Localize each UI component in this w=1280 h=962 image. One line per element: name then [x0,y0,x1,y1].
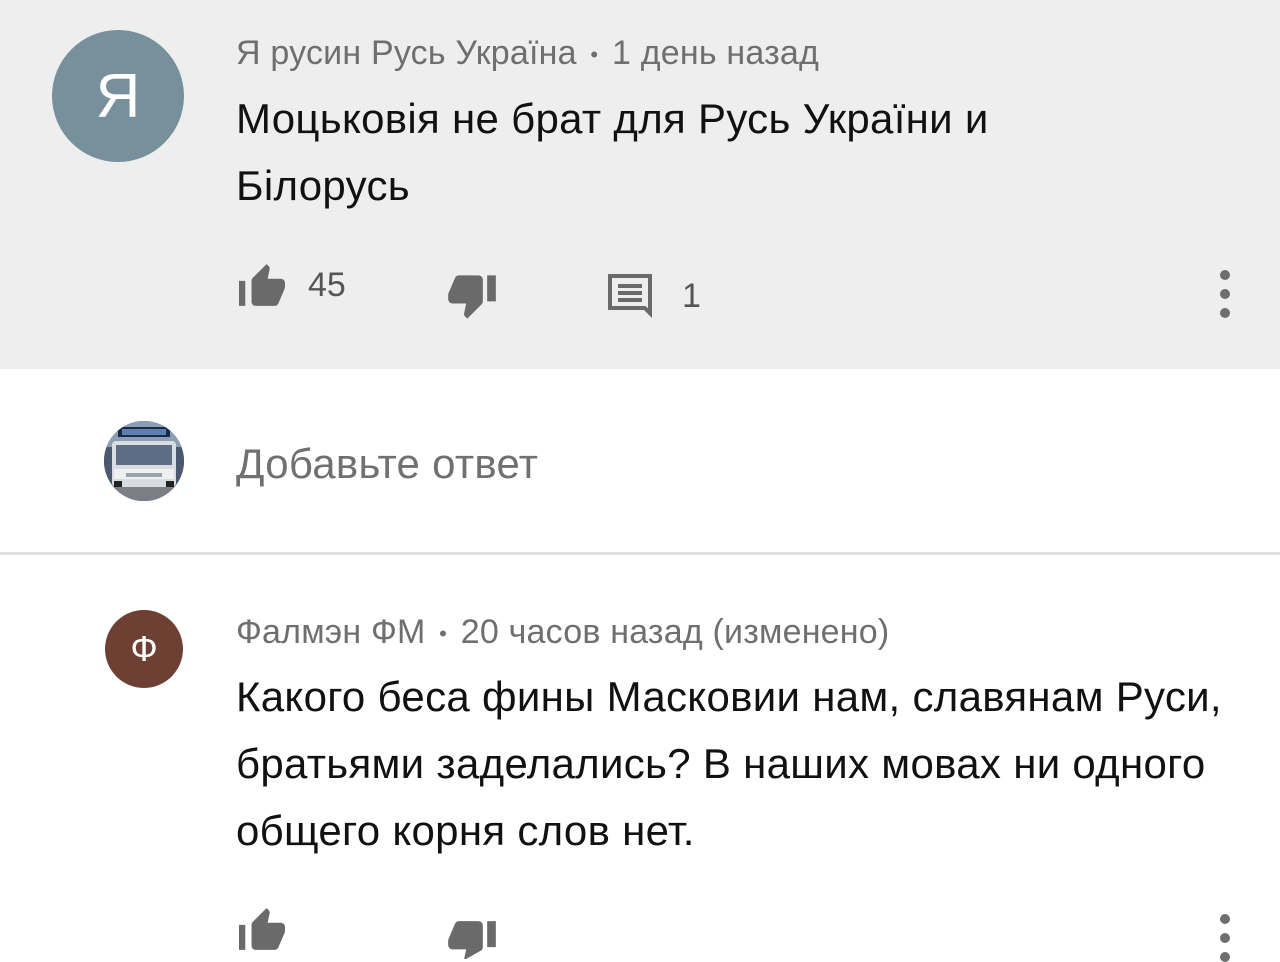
meta-separator: • [590,42,599,68]
meta-separator: • [439,621,448,647]
more-options-button[interactable] [1210,270,1240,318]
more-vert-icon [1220,914,1230,924]
divider [0,552,1280,555]
comment-meta: Фалмэн ФМ • 20 часов назад (изменено) [236,613,889,652]
thumbs-up-icon [239,908,285,950]
more-vert-icon [1220,270,1230,280]
comment-time: 1 день назад [611,34,820,72]
add-reply-input[interactable]: Добавьте ответ [236,440,538,488]
reply-count: 1 [682,276,701,315]
author-name[interactable]: Фалмэн ФМ [236,613,426,651]
comment-time: 20 часов назад (изменено) [460,613,890,651]
comment-meta: Я русин Русь Україна • 1 день назад [236,34,819,73]
thumbs-down-icon [448,921,496,959]
author-avatar[interactable]: Ф [105,610,183,688]
dislike-button[interactable] [446,272,498,322]
reply-input-row [0,369,1280,553]
like-button[interactable]: 45 [236,262,346,308]
thumbs-down-icon [448,275,496,319]
like-button[interactable] [236,906,288,952]
dislike-button[interactable] [446,918,498,959]
highlighted-comment: Я Я русин Русь Україна • 1 день назад Мо… [0,0,1280,369]
avatar-letter: Я [95,61,141,131]
like-count: 45 [308,265,346,304]
comment-icon [608,274,652,318]
avatar-letter: Ф [130,628,158,669]
bus-photo-avatar[interactable] [104,421,184,501]
reply-button[interactable]: 1 [608,274,701,318]
comment-text: Какого беса фины Масковии нам, славянам … [236,673,1222,854]
thumbs-up-icon [239,264,285,306]
more-options-button[interactable] [1210,914,1240,962]
user-avatar-image [104,421,184,501]
author-avatar[interactable]: Я [52,30,184,162]
comment-text: Моцьковія не брат для Русь України и Біл… [236,95,989,209]
author-name[interactable]: Я русин Русь Україна [236,34,577,72]
